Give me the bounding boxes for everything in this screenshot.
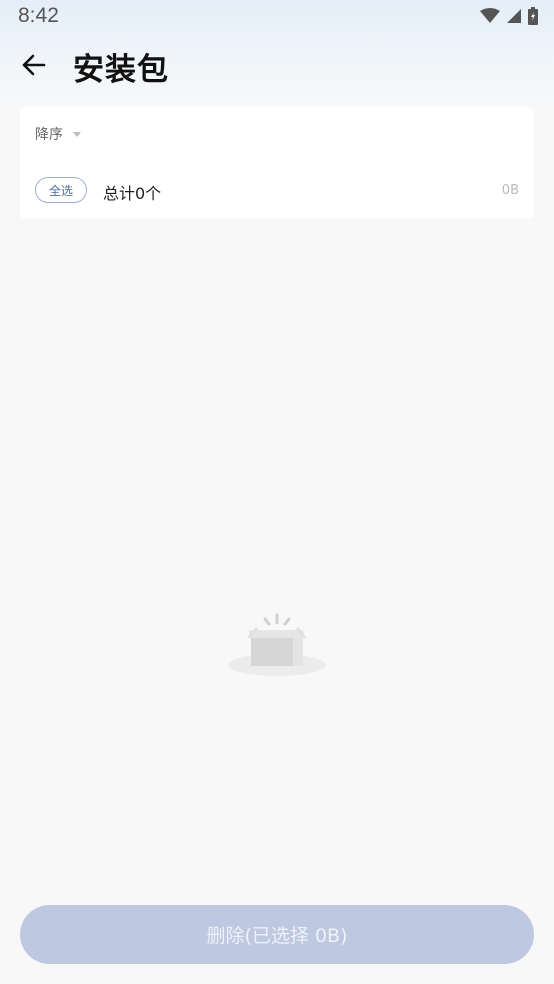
select-all-button[interactable]: 全选 [35,177,87,203]
signal-icon [507,9,521,23]
page-title: 安装包 [73,52,169,88]
delete-button[interactable]: 删除(已选择 0B) [20,905,534,964]
wifi-icon [480,8,500,23]
package-list-card: 降序 全选 总计0个 0B [20,107,534,219]
caret-down-icon [73,131,81,137]
status-icons [480,7,538,25]
status-bar: 8:42 [0,0,554,34]
status-time: 8:42 [18,4,59,27]
empty-box-icon [227,612,327,678]
back-button[interactable] [18,48,52,82]
total-count-label: 总计0个 [103,184,162,203]
battery-icon [528,7,538,25]
sort-label: 降序 [35,127,63,143]
header: 安装包 [0,40,554,90]
sort-dropdown[interactable]: 降序 [35,124,81,144]
arrow-left-icon [22,54,46,76]
total-size: 0B [501,183,519,198]
